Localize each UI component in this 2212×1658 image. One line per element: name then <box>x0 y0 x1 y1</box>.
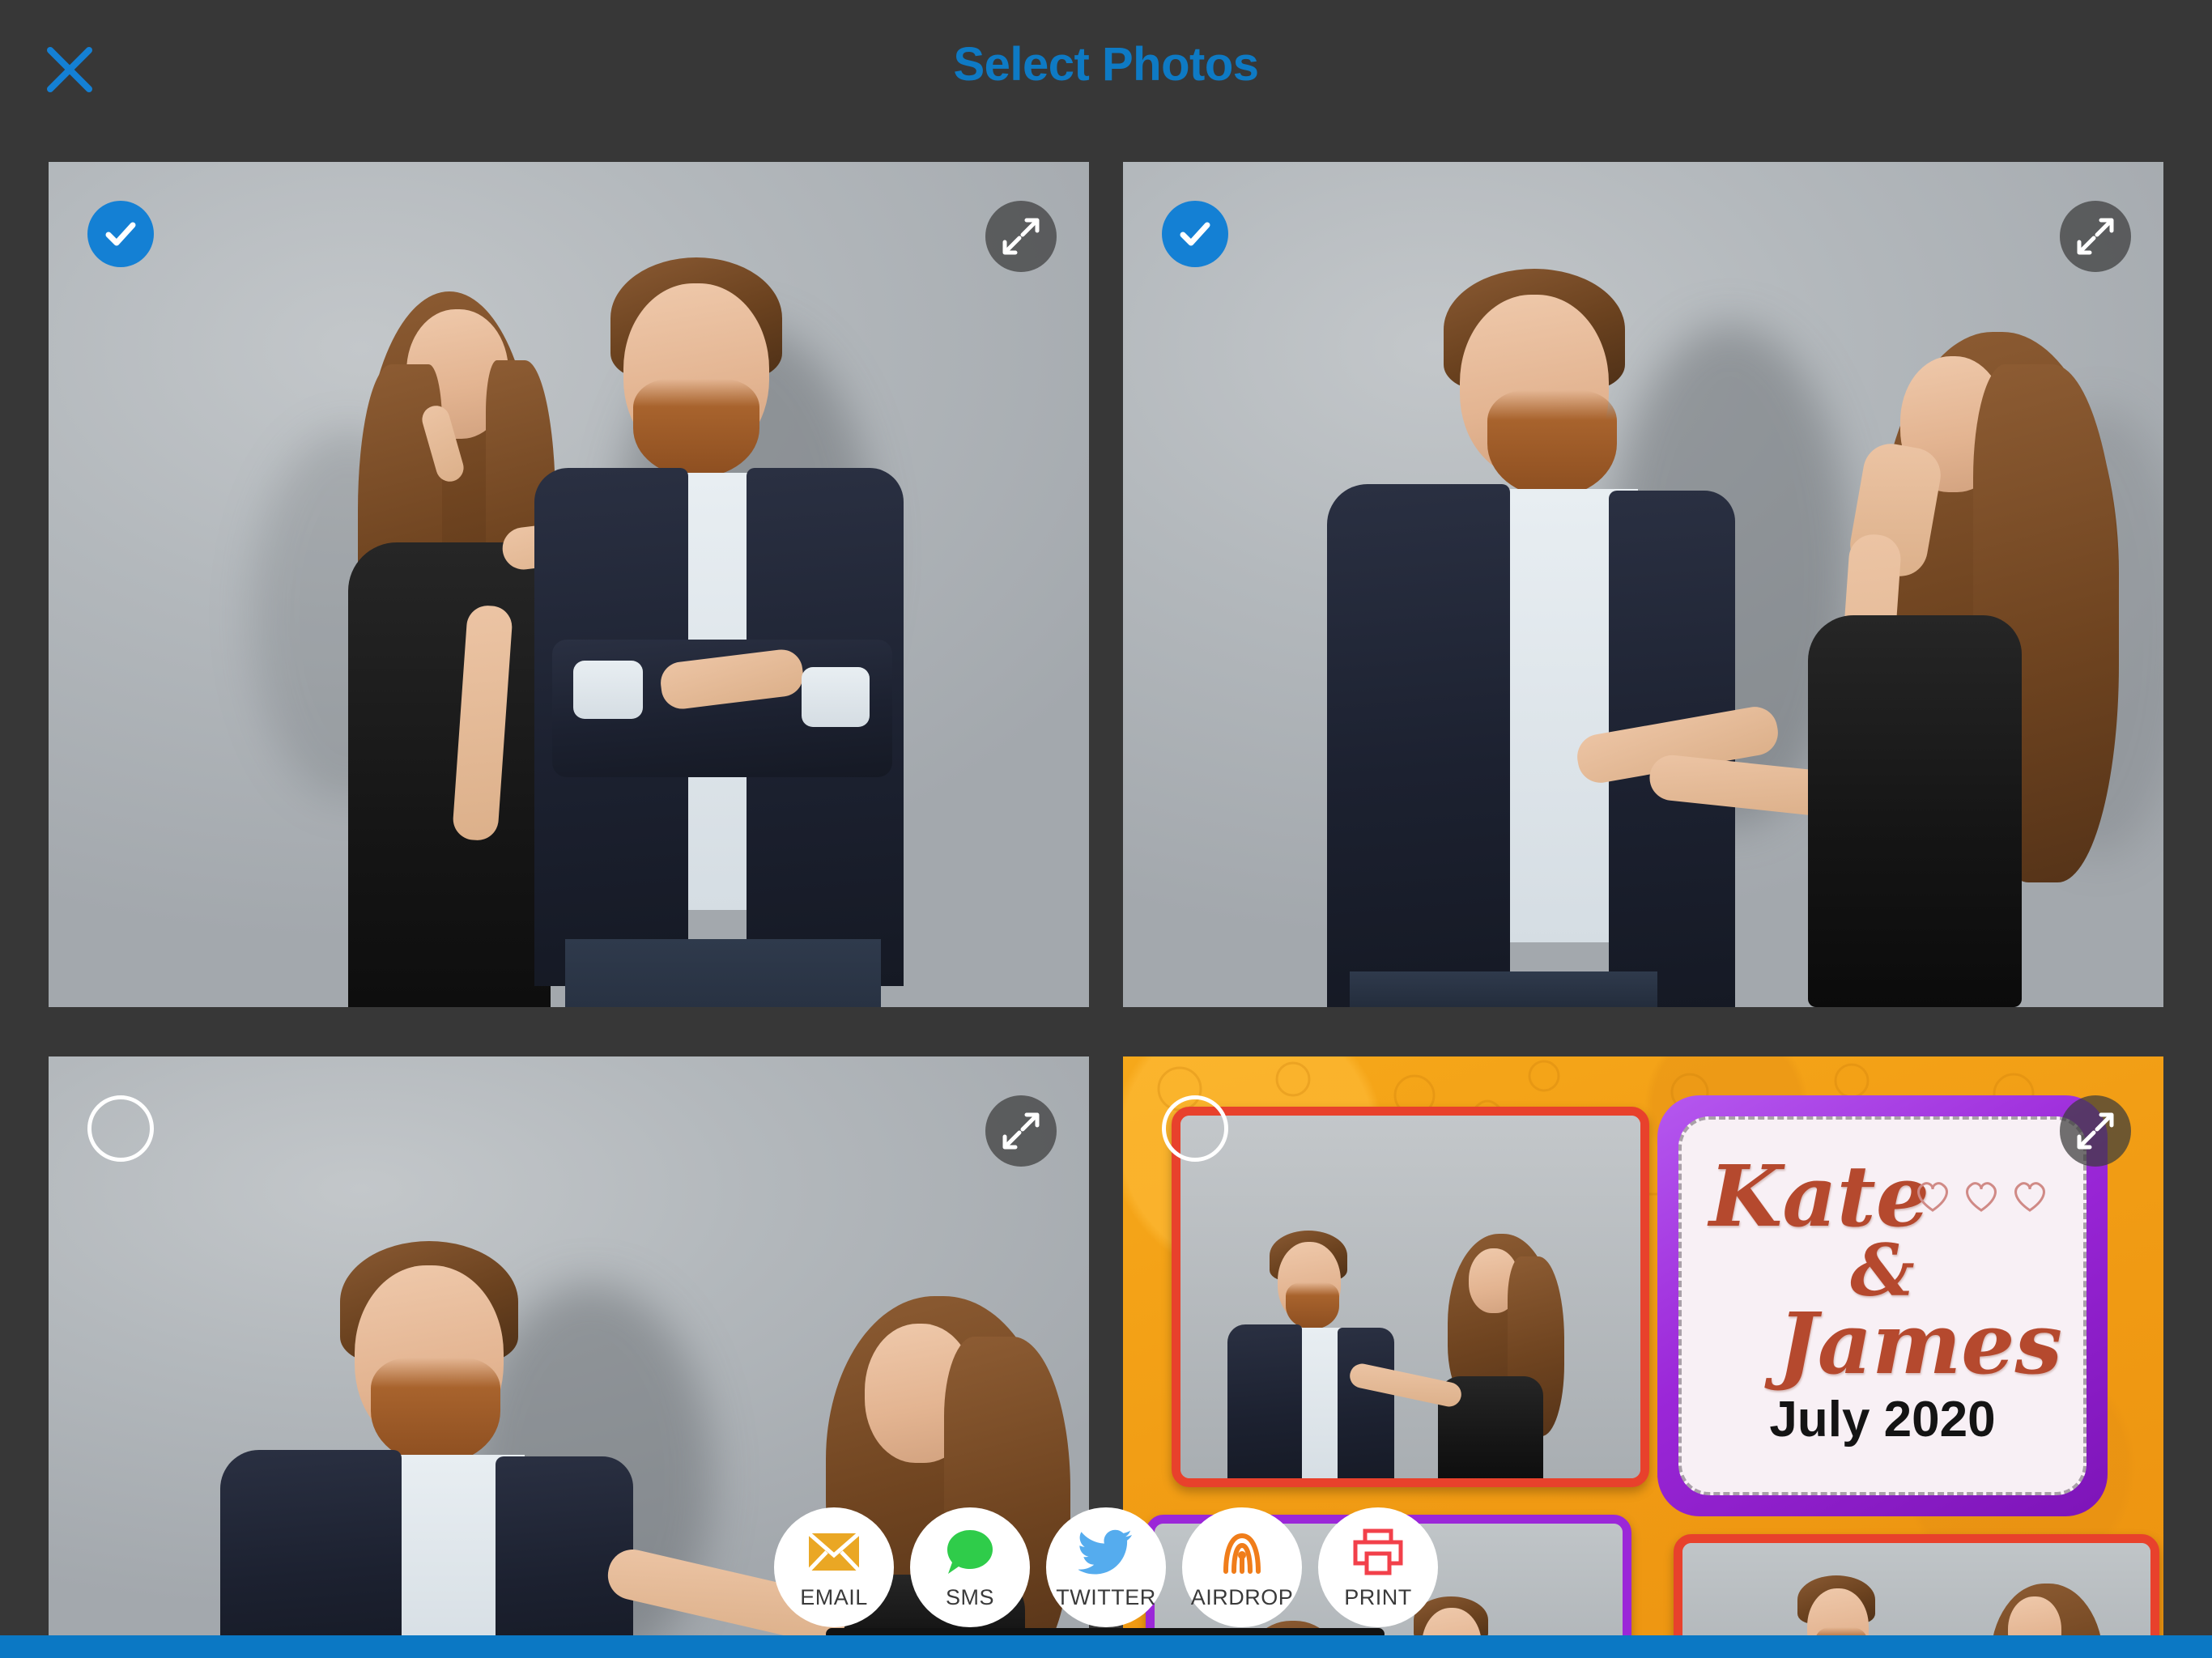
photo-expand-button-4[interactable] <box>2060 1095 2131 1167</box>
heart-outline-icon <box>1966 1182 1997 1212</box>
photo-select-toggle-3[interactable] <box>87 1095 154 1162</box>
photo-grid: Kate & James July 2020 <box>49 162 2163 1658</box>
twitter-action-button[interactable]: TWITTER <box>1046 1507 1166 1627</box>
photo-cell-1[interactable] <box>49 162 1089 1007</box>
plaque-inner: Kate & James July 2020 <box>1678 1116 2087 1495</box>
sms-action-button[interactable]: SMS <box>910 1507 1030 1627</box>
envelope-icon <box>806 1525 861 1579</box>
photo-select-toggle-2[interactable] <box>1162 201 1228 267</box>
airdrop-action-label: AIRDROP <box>1190 1584 1294 1609</box>
email-action-button[interactable]: EMAIL <box>774 1507 894 1627</box>
bottom-status-bar <box>0 1635 2212 1658</box>
collage-photo-frame-1 <box>1172 1107 1649 1487</box>
expand-icon <box>1002 1112 1040 1150</box>
page-title: Select Photos <box>953 38 1259 91</box>
expand-icon <box>2077 218 2114 255</box>
twitter-bird-icon <box>1078 1525 1134 1579</box>
photo-expand-button-3[interactable] <box>985 1095 1057 1167</box>
photo-image-1 <box>49 162 1089 1007</box>
check-icon <box>105 222 136 246</box>
heart-outline-icon <box>1917 1182 1948 1212</box>
plaque-date: July 2020 <box>1769 1392 1996 1448</box>
select-photos-screen: Select Photos Kate & James July 2020 EMA… <box>0 0 2212 1658</box>
sms-action-label: SMS <box>945 1584 994 1609</box>
email-action-label: EMAIL <box>800 1584 868 1609</box>
airdrop-action-button[interactable]: AIRDROP <box>1182 1507 1302 1627</box>
expand-icon <box>2077 1112 2114 1150</box>
photo-select-toggle-1[interactable] <box>87 201 154 267</box>
print-action-button[interactable]: PRINT <box>1318 1507 1438 1627</box>
photo-select-toggle-4[interactable] <box>1162 1095 1228 1162</box>
collage-name-plaque: Kate & James July 2020 <box>1657 1095 2108 1516</box>
airdrop-icon <box>1216 1525 1268 1579</box>
photo-expand-button-1[interactable] <box>985 201 1057 272</box>
heart-outline-icon <box>2014 1182 2045 1212</box>
photo-cell-2[interactable] <box>1123 162 2163 1007</box>
photo-image-2 <box>1123 162 2163 1007</box>
chat-bubble-icon <box>945 1525 995 1579</box>
expand-icon <box>1002 218 1040 255</box>
header-bar: Select Photos <box>0 0 2212 162</box>
twitter-action-label: TWITTER <box>1056 1584 1156 1609</box>
printer-icon <box>1352 1525 1404 1579</box>
print-action-label: PRINT <box>1344 1584 1412 1609</box>
photo-expand-button-2[interactable] <box>2060 201 2131 272</box>
check-icon <box>1180 222 1210 246</box>
plaque-hearts <box>1915 1180 2048 1212</box>
plaque-name-2: James <box>1777 1294 2062 1394</box>
